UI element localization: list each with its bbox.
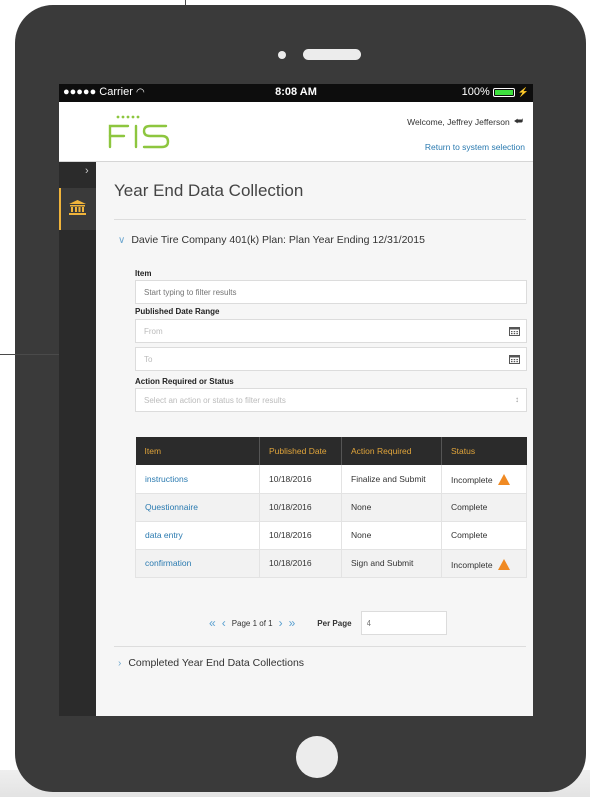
completed-accordion-title: Completed Year End Data Collections [128,657,305,669]
table-header-row: Item Published Date Action Required Stat… [135,437,527,465]
item-link[interactable]: instructions [145,474,188,484]
status-cell: Incomplete [441,465,527,494]
content-panel: Year End Data Collection ∨ Davie Tire Co… [96,162,533,716]
app-header: Welcome, Jeffrey Jefferson ⮨ Return to s… [59,102,533,162]
date-to-field[interactable]: To [135,347,527,371]
status-cell: Complete [441,493,527,522]
date-from-placeholder: From [144,327,163,336]
return-to-system-link[interactable]: Return to system selection [425,142,525,152]
action-required-cell: None [341,521,442,550]
date-from-field[interactable]: From [135,319,527,343]
warning-icon [497,558,510,570]
charging-icon: ⚡ [517,86,529,97]
status-text: Incomplete [451,475,493,486]
table-row: data entry 10/18/2016 None Complete [135,521,527,550]
date-to-placeholder: To [144,355,153,364]
status-text: Incomplete [451,559,493,570]
published-date-cell: 10/18/2016 [259,549,342,578]
speaker [303,49,361,60]
action-required-cell: Finalize and Submit [341,465,442,494]
data-table: Item Published Date Action Required Stat… [135,437,527,578]
action-status-select[interactable]: Select an action or status to filter res… [135,388,527,412]
battery-icon [492,87,515,97]
item-cell: confirmation [135,549,260,578]
action-status-placeholder: Select an action or status to filter res… [144,396,286,405]
camera [278,51,286,59]
status-cell: Incomplete [441,549,527,578]
date-range-label: Published Date Range [135,307,220,316]
status-text: Complete [451,530,488,540]
published-date-cell: 10/18/2016 [259,493,342,522]
table-row: instructions 10/18/2016 Finalize and Sub… [135,465,527,494]
chevron-down-icon: ∨ [118,234,126,246]
action-status-label: Action Required or Status [135,377,234,386]
select-arrows-icon: ↕ [515,395,519,404]
calendar-icon[interactable] [509,354,520,364]
chevron-right-icon: › [118,657,122,669]
home-button[interactable] [296,736,338,778]
plan-accordion-title: Davie Tire Company 401(k) Plan: Plan Yea… [131,234,425,246]
battery-percent: 100% [461,86,490,98]
item-cell: data entry [135,521,260,550]
fis-logo [108,115,170,149]
pagination: « ‹ Page 1 of 1 › » Per Page [209,611,447,635]
column-header-item[interactable]: Item [135,437,260,465]
per-page-input[interactable] [360,611,447,635]
tablet-screen: ●●●●● Carrier ◠ 8:08 AM 100% ⚡ Welcome, … [59,84,533,716]
previous-page-icon[interactable]: ‹ [222,616,226,630]
battery-status: 100% ⚡ [462,86,529,98]
sign-out-icon[interactable]: ⮨ [514,116,523,127]
per-page-label: Per Page [317,618,352,628]
first-page-icon[interactable]: « [209,616,216,630]
published-date-cell: 10/18/2016 [259,521,342,550]
next-page-icon[interactable]: › [279,616,283,630]
title-divider [114,219,526,220]
item-filter-label: Item [135,269,152,278]
sidebar-item-institution[interactable] [59,188,96,230]
status-cell: Complete [441,521,527,550]
calendar-icon[interactable] [509,326,520,336]
last-page-icon[interactable]: » [289,616,296,630]
item-cell: instructions [135,465,260,494]
status-text: Complete [451,502,488,512]
item-link[interactable]: Questionnaire [145,502,198,512]
page-title: Year End Data Collection [114,181,304,200]
stage: ●●●●● Carrier ◠ 8:08 AM 100% ⚡ Welcome, … [0,0,590,797]
item-filter-input[interactable] [135,280,527,304]
welcome-text: Welcome, Jeffrey Jefferson ⮨ [407,116,523,127]
bank-icon [69,200,86,215]
item-link[interactable]: data entry [145,530,183,540]
action-required-cell: Sign and Submit [341,549,442,578]
column-header-published-date[interactable]: Published Date [259,437,342,465]
expand-sidebar-icon[interactable]: › [85,165,89,177]
status-bar: ●●●●● Carrier ◠ 8:08 AM 100% ⚡ [59,84,533,102]
plan-accordion-header[interactable]: ∨ Davie Tire Company 401(k) Plan: Plan Y… [118,234,425,246]
warning-icon [497,474,510,486]
published-date-cell: 10/18/2016 [259,465,342,494]
column-header-status[interactable]: Status [441,437,527,465]
battery-fill [494,89,513,95]
table-row: confirmation 10/18/2016 Sign and Submit … [135,549,527,578]
item-link[interactable]: confirmation [145,558,191,568]
main-area: › Year End Data Collection ∨ Davie Tire … [59,162,533,716]
column-header-action-required[interactable]: Action Required [341,437,442,465]
welcome-label: Welcome, Jeffrey Jefferson [407,116,510,127]
table-row: Questionnaire 10/18/2016 None Complete [135,493,527,522]
section-divider [114,646,526,647]
item-cell: Questionnaire [135,493,260,522]
completed-accordion-header[interactable]: › Completed Year End Data Collections [118,657,304,669]
sidebar: › [59,162,96,716]
action-required-cell: None [341,493,442,522]
page-indicator: Page 1 of 1 [231,618,273,628]
